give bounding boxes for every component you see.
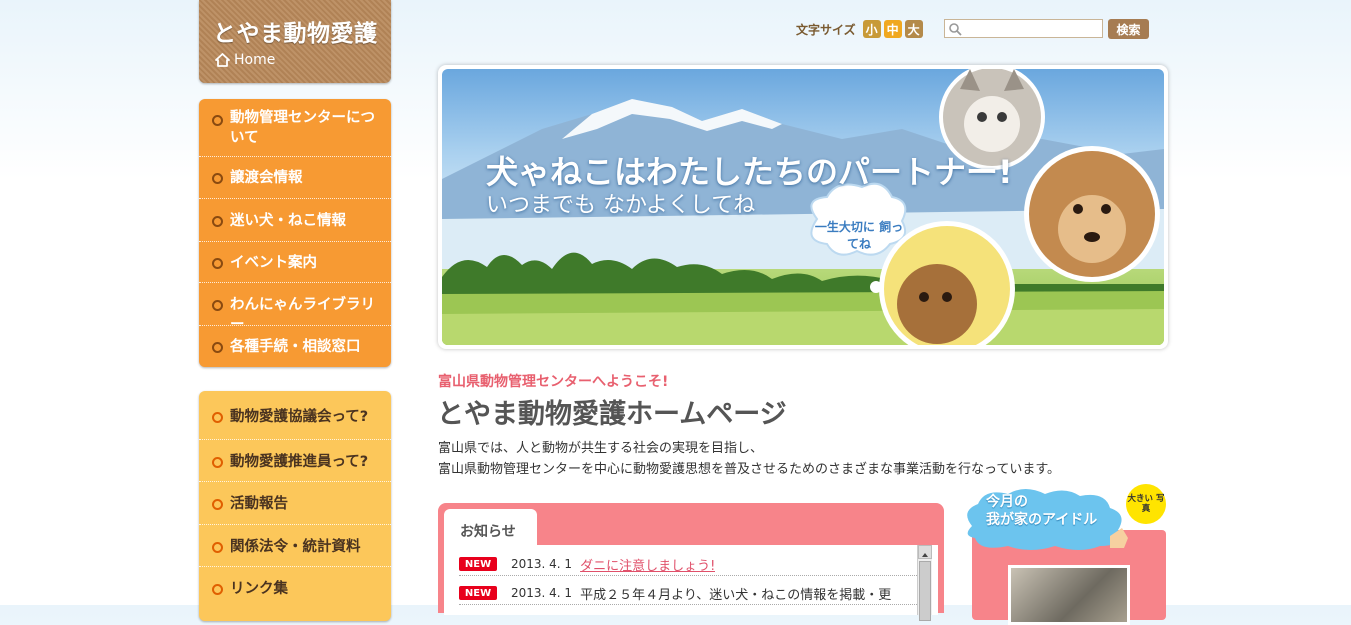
nav-label: 活動報告 [230,496,288,512]
news-item: NEW 2013. 4. 1 ダニに注意しましょう! [459,553,917,576]
bullet-icon [212,584,223,595]
nav-label: 譲渡会情報 [230,170,303,186]
hero-subtitle: いつまでも なかよくしてね [486,193,756,218]
site-logo[interactable]: とやま動物愛護 Home [199,0,391,83]
nav-item-promoters[interactable]: 動物愛護推進員って? [199,440,391,482]
news-date: 2013. 4. 1 [511,586,573,600]
search-input[interactable] [965,21,1099,36]
secondary-nav: 動物愛護協議会って? 動物愛護推進員って? 活動報告 関係法令・統計資料 リンク… [199,391,391,621]
news-date: 2013. 4. 1 [511,557,573,571]
logo-title: とやま動物愛護 [213,21,378,47]
primary-nav: 動物管理センターについて 譲渡会情報 迷い犬・ねこ情報 イベント案内 わんにゃん… [199,99,391,367]
bullet-icon [212,412,223,423]
nav-item-center-about[interactable]: 動物管理センターについて [199,99,391,157]
news-tab-label: お知らせ [460,524,516,540]
nav-label: 迷い犬・ねこ情報 [230,213,346,229]
scroll-thumb[interactable] [919,561,931,621]
nav-item-library[interactable]: わんにゃんライブラリー [199,283,391,333]
font-size-medium-button[interactable]: 中 [883,20,902,38]
nav-label: 動物愛護協議会って? [230,409,369,425]
bullet-icon [212,542,223,553]
idol-title-line-2: 我が家のアイドル [986,512,1098,528]
font-size-label: 文字サイズ [796,22,856,37]
idol-photo-image [1011,568,1127,622]
nav-label: 関係法令・統計資料 [230,539,361,555]
home-icon [215,53,230,67]
large-photo-badge[interactable]: 大きい 写真 [1126,484,1166,524]
font-size-small-button[interactable]: 小 [862,20,881,38]
home-label: Home [234,52,276,68]
bullet-icon [212,300,223,311]
nav-item-lost-pets[interactable]: 迷い犬・ねこ情報 [199,199,391,242]
search-button[interactable]: 検索 [1108,19,1149,39]
nav-item-procedures[interactable]: 各種手続・相談窓口 [199,326,391,367]
idol-title-line-1: 今月の [986,494,1028,510]
nav-label: 動物管理センターについて [230,110,375,146]
nav-label: 各種手続・相談窓口 [230,339,361,355]
nav-item-events[interactable]: イベント案内 [199,242,391,283]
welcome-text: 富山県動物管理センターへようこそ! [438,374,669,390]
intro-line-1: 富山県では、人と動物が共生する社会の実現を目指し、 [438,441,764,456]
news-tab[interactable]: お知らせ [444,509,537,547]
idol-widget[interactable]: 今月の 我が家のアイドル 大きい 写真 [960,480,1168,625]
bullet-icon [212,499,223,510]
nav-label: イベント案内 [230,255,317,271]
news-panel: お知らせ NEW 2013. 4. 1 ダニに注意しましょう! NEW 2013… [438,503,944,621]
nav-item-links[interactable]: リンク集 [199,567,391,609]
hero-banner: 犬ゃねこはわたしたちのパートナー! いつまでも なかよくしてね 一生大切に 飼っ… [438,65,1168,349]
idol-photo[interactable] [1008,565,1130,625]
search-box [944,19,1103,38]
intro-paragraph: 富山県では、人と動物が共生する社会の実現を目指し、 富山県動物管理センターを中心… [438,438,1060,480]
nav-item-laws-stats[interactable]: 関係法令・統計資料 [199,525,391,567]
news-link[interactable]: ダニに注意しましょう! [580,555,715,574]
bullet-icon [212,216,223,227]
nav-item-council[interactable]: 動物愛護協議会って? [199,391,391,440]
hero-image: 犬ゃねこはわたしたちのパートナー! いつまでも なかよくしてね 一生大切に 飼っ… [442,69,1164,345]
news-item: NEW 2013. 4. 1 平成２５年４月より、迷い犬・ねこの情報を掲載・更 [459,582,917,605]
bullet-icon [212,342,223,353]
nav-item-adoption[interactable]: 譲渡会情報 [199,157,391,199]
idol-title: 今月の 我が家のアイドル [986,493,1097,529]
new-badge: NEW [459,586,497,600]
new-badge: NEW [459,557,497,571]
scroll-up-arrow-icon[interactable] [918,545,932,559]
bullet-icon [212,115,223,126]
nav-label: リンク集 [230,581,288,597]
nav-label: 動物愛護推進員って? [230,454,369,470]
search-icon [949,23,962,36]
hero-bubble-text: 一生大切に 飼ってね [814,220,904,251]
font-size-large-button[interactable]: 大 [904,20,923,38]
page-title: とやま動物愛護ホームページ [437,399,787,430]
intro-line-2: 富山県動物管理センターを中心に動物愛護思想を普及させるためのさまざまな事業活動を… [438,462,1061,477]
bullet-icon [212,457,223,468]
bullet-icon [212,258,223,269]
home-link[interactable]: Home [215,52,275,68]
font-size-control: 文字サイズ 小 中 大 [796,20,923,38]
nav-item-reports[interactable]: 活動報告 [199,482,391,525]
news-text[interactable]: 平成２５年４月より、迷い犬・ねこの情報を掲載・更 [580,584,891,603]
bullet-icon [212,173,223,184]
